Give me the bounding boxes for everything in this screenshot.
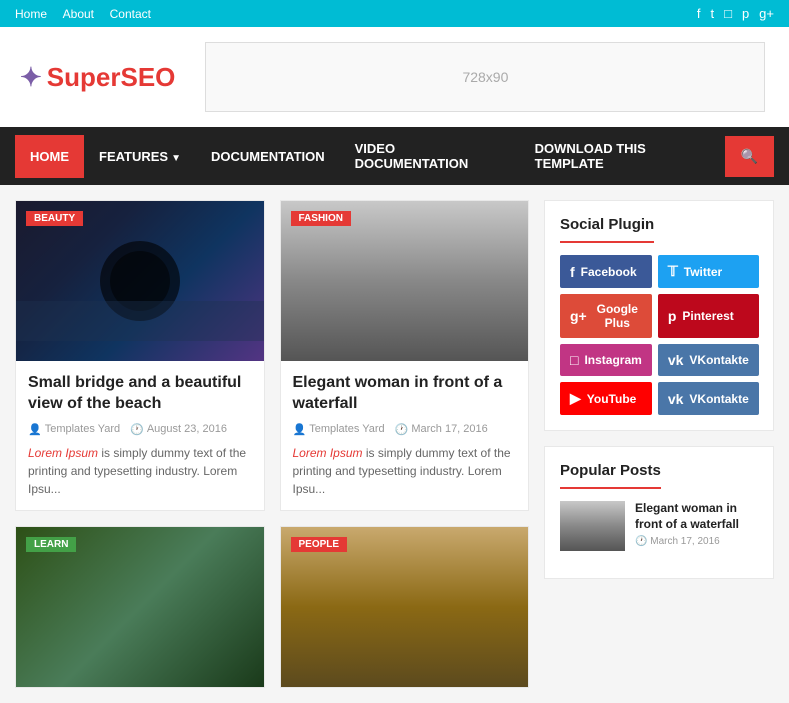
post-image: PEOPLE [281,527,529,687]
popular-post-info: Elegant woman in front of a waterfall 🕐 … [635,501,758,547]
vkontakte-label-1: VKontakte [689,353,748,367]
post-excerpt: Lorem Ipsum is simply dummy text of the … [28,444,252,498]
post-body: Elegant woman in front of a waterfall 👤 … [281,361,529,510]
nav-home-main[interactable]: HOME [15,135,84,178]
top-nav: Home About Contact [15,6,163,21]
vk-icon: vk [668,352,684,368]
twitter-label: Twitter [684,265,722,279]
top-bar: Home About Contact f t □ p g+ [0,0,789,27]
nav-contact[interactable]: Contact [110,7,151,21]
post-meta: 👤 Templates Yard 🕐 August 23, 2016 [28,423,252,436]
popular-post-title[interactable]: Elegant woman in front of a waterfall [635,501,758,532]
google-plus-icon: g+ [570,308,587,324]
post-title[interactable]: Elegant woman in front of a waterfall [293,373,517,415]
logo[interactable]: ✦SuperSEO [20,62,175,93]
post-tag: FASHION [291,211,351,226]
social-grid: f Facebook 𝕋 Twitter g+ Google Plus p Pi… [560,255,758,415]
facebook-label: Facebook [581,265,637,279]
nav-about[interactable]: About [63,7,94,21]
ad-banner: 728x90 [205,42,765,112]
social-icons-top: f t □ p g+ [697,6,774,21]
post-tag: PEOPLE [291,537,348,552]
youtube-icon: ▶ [570,390,581,407]
main-nav: HOME FEATURES▼ DOCUMENTATION VIDEO DOCUM… [0,127,789,185]
social-plugin-widget: Social Plugin f Facebook 𝕋 Twitter g+ Go… [544,200,774,431]
logo-text-static: Super [47,62,121,92]
post-card: FASHION Elegant woman in front of a wate… [280,200,530,511]
nav-video-documentation[interactable]: VIDEO DOCUMENTATION [340,127,520,185]
post-excerpt: Lorem Ipsum is simply dummy text of the … [293,444,517,498]
post-image: LEARN [16,527,264,687]
post-meta: 👤 Templates Yard 🕐 March 17, 2016 [293,423,517,436]
pinterest-top-icon[interactable]: p [742,6,749,21]
logo-icon: ✦ [20,62,42,92]
instagram-icon: □ [570,352,578,368]
main-posts: BEAUTY Small bridge and a beautiful view… [15,200,529,688]
google-plus-button[interactable]: g+ Google Plus [560,294,652,338]
popular-post-date: 🕐 March 17, 2016 [635,536,758,547]
twitter-icon: 𝕋 [668,263,678,280]
ad-text: 728x90 [462,69,508,85]
youtube-label: YouTube [587,392,637,406]
nav-home[interactable]: Home [15,7,47,21]
posts-grid: BEAUTY Small bridge and a beautiful view… [15,200,529,688]
popular-post-item: Elegant woman in front of a waterfall 🕐 … [560,501,758,551]
twitter-button[interactable]: 𝕋 Twitter [658,255,759,288]
post-body: Small bridge and a beautiful view of the… [16,361,264,510]
vkontakte-button-1[interactable]: vk VKontakte [658,344,759,376]
instagram-label: Instagram [584,353,641,367]
vkontakte-button-2[interactable]: vk VKontakte [658,382,759,415]
sidebar: Social Plugin f Facebook 𝕋 Twitter g+ Go… [544,200,774,688]
post-card: PEOPLE [280,526,530,688]
popular-post-thumb [560,501,625,551]
post-date: 🕐 March 17, 2016 [395,423,488,436]
googleplus-top-icon[interactable]: g+ [759,6,774,21]
post-date: 🕐 August 23, 2016 [130,423,227,436]
pinterest-button[interactable]: p Pinterest [658,294,759,338]
nav-download[interactable]: DOWNLOAD THIS TEMPLATE [520,127,725,185]
pinterest-icon: p [668,308,677,324]
chevron-down-icon: ▼ [171,153,181,164]
content-area: BEAUTY Small bridge and a beautiful view… [0,185,789,703]
post-card: LEARN [15,526,265,688]
vkontakte-label-2: VKontakte [689,392,748,406]
post-image: BEAUTY [16,201,264,361]
nav-documentation[interactable]: DOCUMENTATION [196,135,340,178]
facebook-top-icon[interactable]: f [697,6,701,21]
popular-posts-widget: Popular Posts Elegant woman in front of … [544,446,774,579]
twitter-top-icon[interactable]: t [710,6,714,21]
post-card: BEAUTY Small bridge and a beautiful view… [15,200,265,511]
instagram-top-icon[interactable]: □ [724,6,732,21]
social-plugin-title: Social Plugin [560,216,654,243]
search-button[interactable]: 🔍 [725,136,774,177]
features-label: FEATURES [99,149,168,164]
pinterest-label: Pinterest [682,309,733,323]
logo-text-seo: SEO [120,62,175,92]
nav-features[interactable]: FEATURES▼ [84,135,196,178]
popular-posts-title: Popular Posts [560,462,661,489]
post-tag: BEAUTY [26,211,83,226]
post-author: 👤 Templates Yard [293,423,385,436]
google-plus-label: Google Plus [593,302,642,330]
facebook-button[interactable]: f Facebook [560,255,652,288]
vk-icon-2: vk [668,391,684,407]
youtube-button[interactable]: ▶ YouTube [560,382,652,415]
instagram-button[interactable]: □ Instagram [560,344,652,376]
post-author: 👤 Templates Yard [28,423,120,436]
header: ✦SuperSEO 728x90 [0,27,789,127]
post-image: FASHION [281,201,529,361]
post-title[interactable]: Small bridge and a beautiful view of the… [28,373,252,415]
facebook-icon: f [570,264,575,280]
post-tag: LEARN [26,537,76,552]
